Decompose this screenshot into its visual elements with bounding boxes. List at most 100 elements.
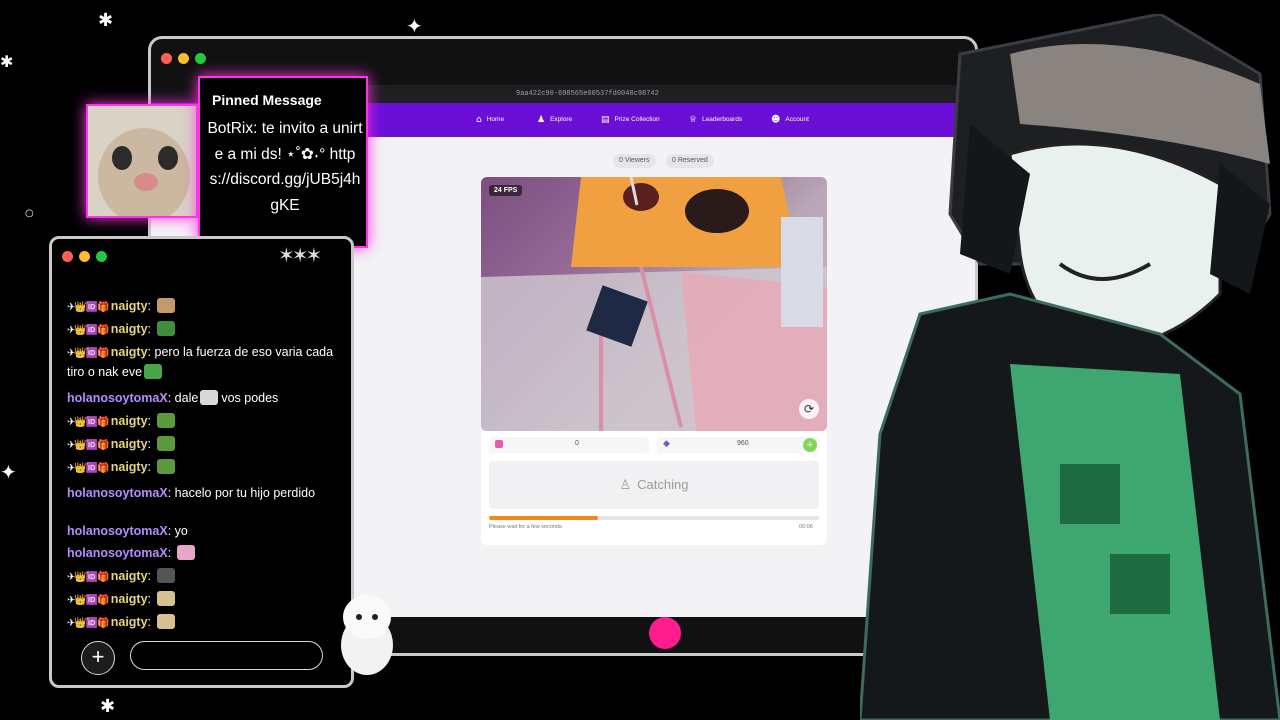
record-button[interactable]: [649, 617, 681, 649]
emote-icon: [144, 364, 163, 379]
nav-home[interactable]: ⌂ Home: [476, 115, 504, 125]
cat-nose: [134, 173, 158, 191]
catch-user-icon: ♙: [619, 478, 632, 493]
switch-camera-button[interactable]: ⟳: [799, 399, 819, 419]
chat-username[interactable]: naigty: [111, 299, 148, 313]
chat-username[interactable]: holanosoytomaX: [67, 486, 168, 500]
cat-eye: [158, 146, 178, 170]
chat-username[interactable]: naigty: [111, 569, 148, 583]
close-dot[interactable]: [62, 251, 73, 262]
colon: :: [167, 391, 175, 405]
emote-icon: [156, 591, 175, 606]
chat-username[interactable]: naigty: [111, 414, 148, 428]
chat-message: ✈👑🆔🎁 naigty:: [67, 590, 337, 610]
emote-icon: [156, 298, 175, 313]
shirt-pattern: [1060, 464, 1120, 524]
catching-button[interactable]: ♙ Catching: [489, 461, 819, 509]
nav-leaderboards[interactable]: ♕ Leaderboards: [689, 115, 742, 125]
prize-icon: ▤: [601, 115, 610, 125]
maximize-dot[interactable]: [96, 251, 107, 262]
machine-backdrop: [571, 177, 801, 267]
nav-account[interactable]: ☻ Account: [771, 115, 809, 125]
kitten-eye: [372, 614, 378, 620]
user-badges-icon: ✈👑🆔🎁: [67, 348, 110, 359]
sparkle-icon: ✦: [0, 460, 17, 484]
emote-icon: [176, 545, 195, 560]
chat-username[interactable]: naigty: [111, 615, 148, 629]
reserved-count: 0 Reserved: [666, 154, 714, 168]
chat-username[interactable]: naigty: [111, 592, 148, 606]
eye-shape: [623, 183, 659, 211]
minimize-dot[interactable]: [79, 251, 90, 262]
catch-progress-fill: [489, 516, 598, 520]
chat-message: holanosoytomaX:: [67, 544, 337, 563]
chat-input[interactable]: [130, 641, 323, 670]
shirt-pattern: [1110, 554, 1170, 614]
user-badges-icon: ✈👑🆔🎁: [67, 618, 110, 629]
url-text: 9aa422c90-698565e00537fd0048c98742: [516, 90, 659, 98]
add-gems-button[interactable]: +: [803, 438, 817, 452]
chat-message: ✈👑🆔🎁 naigty:: [67, 297, 337, 317]
wait-text: Please wait for a few seconds: [489, 524, 562, 530]
chat-username[interactable]: naigty: [111, 345, 148, 359]
chat-window: ✶✶✶ ✈👑🆔🎁 naigty: ✈👑🆔🎁 naigty: ✈👑🆔🎁 naigty: …: [49, 236, 354, 688]
fps-badge: 24 FPS: [489, 185, 523, 196]
sparkle-icon: ✱: [98, 10, 114, 31]
chat-message: holanosoytomaX: yo: [67, 522, 337, 541]
emote-icon: [200, 390, 219, 405]
viewers-count: 0 Viewers: [613, 154, 656, 168]
kitten-eye: [356, 614, 362, 620]
close-dot[interactable]: [161, 53, 172, 64]
colon: :: [147, 460, 155, 474]
account-icon: ☻: [771, 115, 781, 125]
gem-icon: ◆: [663, 439, 670, 449]
colon: :: [147, 322, 155, 336]
timer: 00:06: [799, 524, 813, 530]
streamer-avatar: [86, 104, 198, 218]
chat-username[interactable]: holanosoytomaX: [67, 524, 168, 538]
chat-text: dale: [174, 391, 199, 405]
explore-icon: ♟: [537, 115, 546, 125]
coins-row: 0: [489, 437, 649, 453]
cat-face-image: [88, 106, 196, 216]
mouth-shape: [685, 189, 749, 233]
colon: :: [167, 486, 175, 500]
cat-eye: [112, 146, 132, 170]
emote-icon: [156, 459, 175, 474]
vtuber-character: [860, 14, 1280, 720]
colon: :: [147, 615, 155, 629]
maximize-dot[interactable]: [195, 53, 206, 64]
user-badges-icon: ✈👑🆔🎁: [67, 417, 110, 428]
emote-icon: [156, 568, 175, 583]
chat-message: ✈👑🆔🎁 naigty: pero la fuerza de eso varia …: [67, 343, 337, 382]
sparkle-icon: ✱: [0, 52, 14, 71]
colon: :: [147, 569, 155, 583]
emote-icon: [156, 436, 175, 451]
sparkle-icon: ✦: [406, 14, 423, 38]
chat-username[interactable]: naigty: [111, 437, 148, 451]
sparkle-icon: ○: [25, 208, 34, 219]
chat-username[interactable]: holanosoytomaX: [67, 546, 168, 560]
pinned-text: BotRix: te invito a unirte a mi ds! ⋆˚✿˖…: [207, 120, 363, 214]
chat-username[interactable]: naigty: [111, 322, 148, 336]
chat-text: hacelo por tu hijo perdido: [174, 486, 316, 500]
colon: :: [147, 437, 155, 451]
leaderboard-icon: ♕: [689, 115, 698, 125]
prize-toy-box: [781, 217, 823, 327]
colon: :: [147, 345, 155, 359]
sparkle-icon: ✱: [100, 696, 116, 717]
minimize-dot[interactable]: [178, 53, 189, 64]
nav-prize-collection[interactable]: ▤ Prize Collection: [601, 115, 660, 125]
chat-message: holanosoytomaX: hacelo por tu hijo perdi…: [67, 484, 337, 503]
chat-message: ✈👑🆔🎁 naigty:: [67, 435, 337, 455]
chat-username[interactable]: holanosoytomaX: [67, 391, 168, 405]
pinned-message: Pinned Message BotRix: te invito a unirt…: [198, 76, 368, 248]
stars-decoration-icon: ✶✶✶: [278, 243, 322, 267]
nav-explore[interactable]: ♟ Explore: [537, 115, 572, 125]
chat-username[interactable]: naigty: [111, 460, 148, 474]
control-panel: 0 ◆ 960 + ♙ Catching Please wait for a fe…: [481, 431, 827, 545]
coins-value: 0: [575, 440, 579, 447]
add-button[interactable]: +: [81, 641, 115, 675]
chat-message: ✈👑🆔🎁 naigty:: [67, 567, 337, 587]
home-icon: ⌂: [476, 115, 482, 125]
